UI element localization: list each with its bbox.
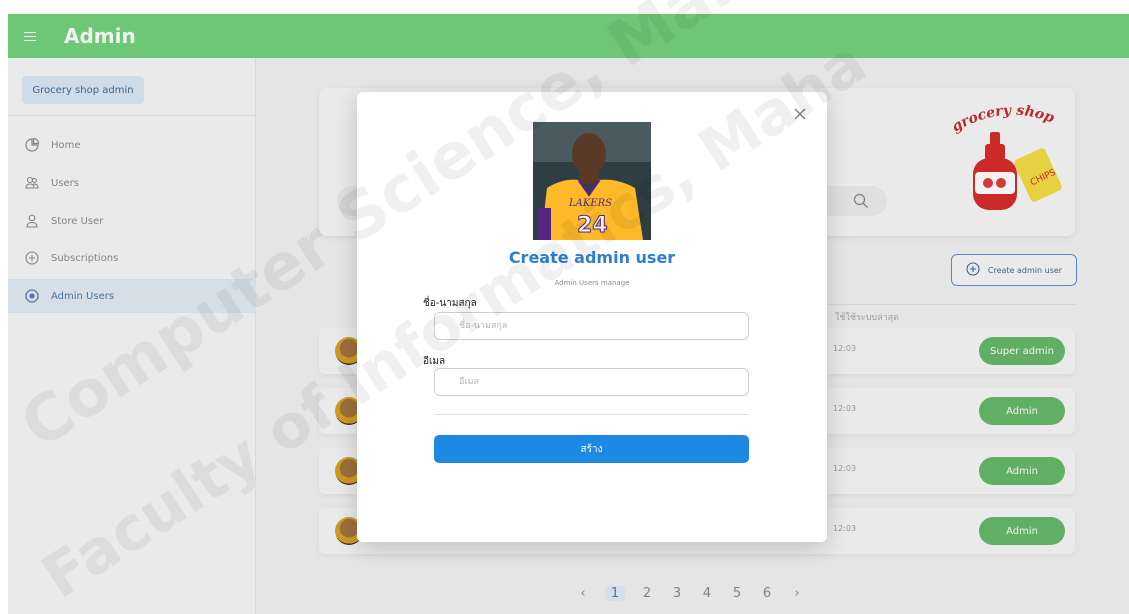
create-button[interactable]: สร้าง	[434, 435, 749, 463]
admin-profile-photo: LAKERS 24	[533, 122, 651, 240]
modal-title: Create admin user	[508, 248, 676, 267]
email-input[interactable]	[434, 368, 749, 396]
create-admin-modal: LAKERS 24 Create admin user Admin Users …	[357, 92, 827, 542]
full-name-input[interactable]	[434, 312, 749, 340]
close-icon[interactable]	[793, 106, 807, 120]
modal-subtitle: Admin Users manage	[554, 279, 630, 287]
jersey-number-text: 24	[577, 213, 608, 238]
app-window: Admin Grocery shop admin Home Users Stor…	[8, 14, 1129, 614]
name-field-label: ชื่อ-นามสกุล	[423, 298, 477, 309]
modal-divider	[434, 414, 749, 415]
jersey-team-text: LAKERS	[568, 198, 612, 209]
email-field-label: อีเมล	[423, 356, 446, 367]
